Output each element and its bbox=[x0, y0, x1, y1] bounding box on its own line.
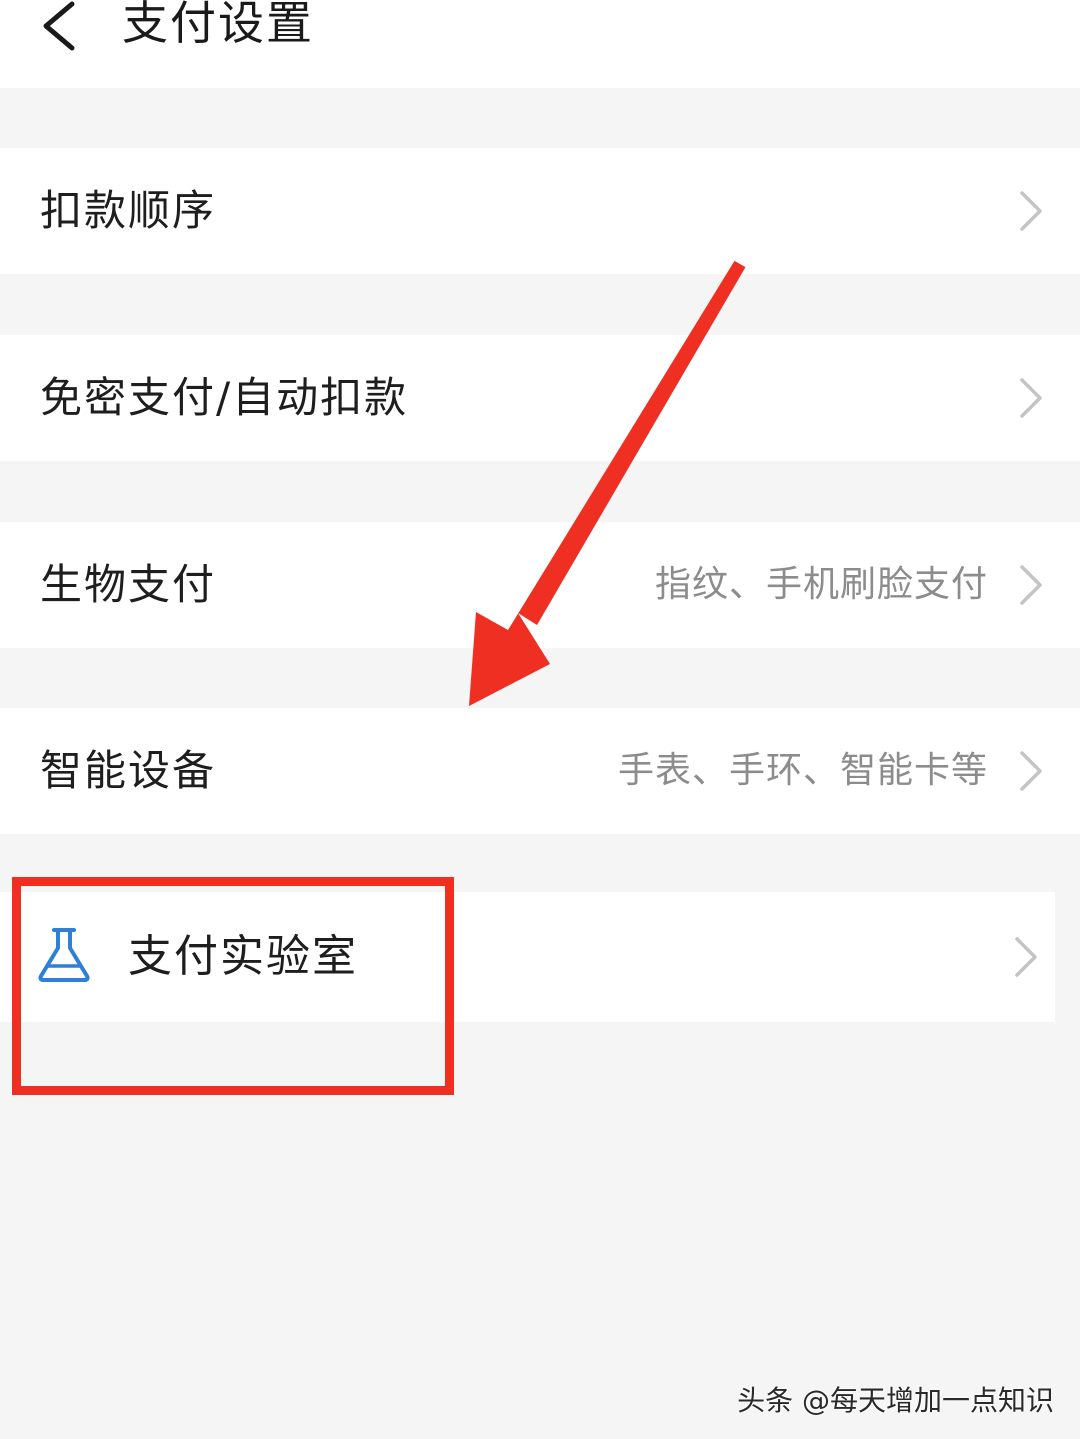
setting-value: 指纹、手机刷脸支付 bbox=[654, 564, 988, 605]
page-title: 支付设置 bbox=[122, 0, 314, 50]
flask-icon bbox=[38, 928, 90, 982]
setting-label: 扣款顺序 bbox=[40, 186, 217, 235]
setting-row-biometric[interactable]: 生物支付 指纹、手机刷脸支付 bbox=[0, 522, 1080, 648]
setting-label: 生物支付 bbox=[40, 560, 217, 609]
header: 支付设置 bbox=[0, 0, 1080, 88]
setting-row-payment-lab[interactable]: 支付实验室 bbox=[0, 892, 1055, 1022]
setting-value: 手表、手环、智能卡等 bbox=[617, 750, 988, 791]
setting-row-deduction-order[interactable]: 扣款顺序 bbox=[0, 148, 1080, 274]
back-button[interactable] bbox=[28, 0, 98, 56]
setting-row-password-free[interactable]: 免密支付/自动扣款 bbox=[0, 335, 1080, 461]
setting-label: 免密支付/自动扣款 bbox=[40, 373, 409, 422]
setting-label: 智能设备 bbox=[40, 746, 217, 795]
chevron-right-icon bbox=[1020, 378, 1042, 418]
chevron-right-icon bbox=[1020, 751, 1042, 791]
watermark: 头条 @每天增加一点知识 bbox=[737, 1384, 1054, 1417]
chevron-right-icon bbox=[1015, 937, 1037, 977]
chevron-left-icon bbox=[43, 1, 75, 51]
setting-row-smart-devices[interactable]: 智能设备 手表、手环、智能卡等 bbox=[0, 708, 1080, 834]
chevron-right-icon bbox=[1020, 191, 1042, 231]
setting-label: 支付实验室 bbox=[128, 931, 358, 982]
chevron-right-icon bbox=[1020, 565, 1042, 605]
